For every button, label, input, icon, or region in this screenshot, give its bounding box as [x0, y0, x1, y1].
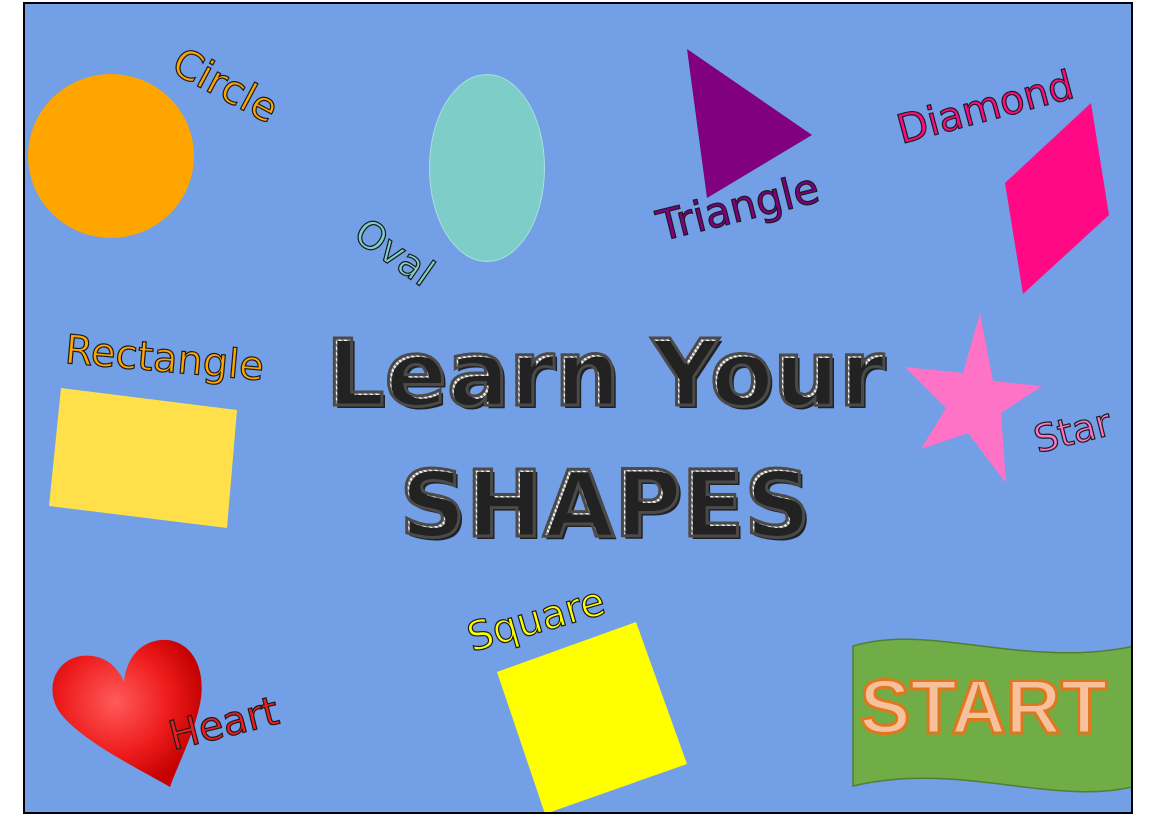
diamond-shape[interactable]: [1003, 101, 1111, 296]
oval-shape[interactable]: [429, 74, 545, 262]
start-button[interactable]: START: [851, 638, 1131, 798]
square-shape[interactable]: [495, 618, 690, 814]
start-button-label: START: [858, 665, 1109, 750]
rectangle-shape[interactable]: [47, 384, 242, 534]
title-line-2: SHAPES: [398, 449, 812, 559]
title-line-1: Learn Your: [324, 319, 885, 429]
rectangle-label: Rectangle: [63, 326, 267, 391]
shapes-slide: Circle Oval Triangle Diamond Rectangle S…: [23, 2, 1133, 814]
oval-label: Oval: [346, 209, 443, 296]
page-title: Learn Your SHAPES: [324, 309, 885, 570]
circle-shape[interactable]: [28, 74, 194, 238]
star-shape[interactable]: [903, 311, 1045, 486]
